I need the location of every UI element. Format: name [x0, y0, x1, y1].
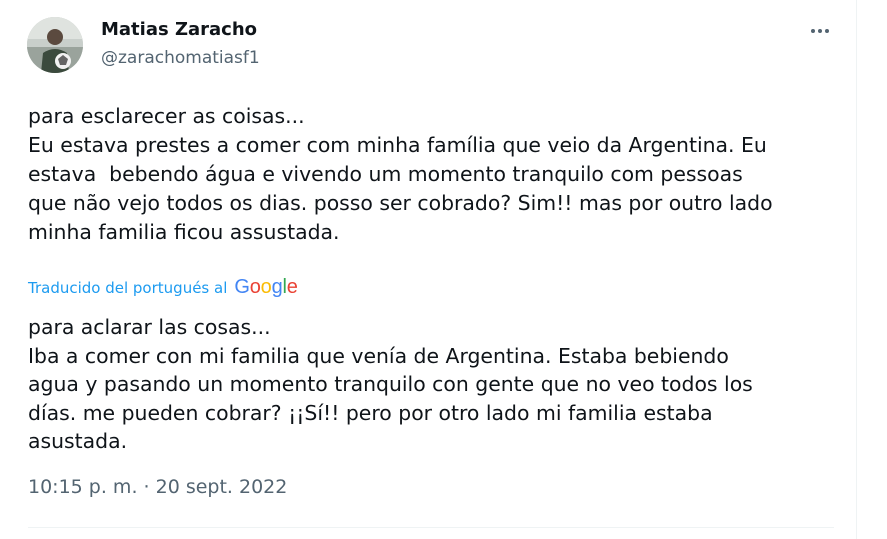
translation-line: días. me pueden cobrar? ¡¡Sí!! pero por … [28, 400, 713, 425]
tweet-date-link[interactable]: 20 sept. 2022 [156, 476, 288, 498]
timestamp-separator: · [137, 476, 156, 498]
translation-line: agua y pasando un momento tranquilo con … [28, 372, 753, 396]
tweet-timestamp: 10:15 p. m. · 20 sept. 2022 [28, 476, 287, 498]
tweet-line: para esclarecer as coisas... [28, 104, 305, 128]
translation-line: asustada. [28, 429, 128, 453]
translation-line: Iba a comer con mi familia que venía de … [28, 343, 729, 368]
avatar[interactable] [27, 17, 83, 73]
tweet-text: para esclarecer as coisas... Eu estava p… [28, 102, 838, 247]
tweet-line: que não vejo todos os dias. posso ser co… [28, 191, 773, 215]
divider [28, 527, 834, 528]
tweet-line: minha familia ficou assustada. [28, 220, 340, 244]
page-margin [857, 0, 887, 539]
google-logo: Google [234, 276, 298, 298]
translation-line: para aclarar las cosas... [28, 315, 271, 339]
more-horizontal-icon[interactable] [805, 17, 835, 45]
tweet-card: Matias Zaracho @zarachomatiasf1 para esc… [0, 0, 857, 539]
tweet-line: Eu estava prestes a comer com minha famí… [28, 133, 767, 157]
avatar-photo [27, 17, 83, 73]
translated-text: para aclarar las cosas... Iba a comer co… [28, 313, 838, 456]
tweet-time-link[interactable]: 10:15 p. m. [28, 476, 137, 498]
author-name[interactable]: Matias Zaracho [101, 19, 257, 40]
tweet-line: estava bebendo água e vivendo um momento… [28, 162, 743, 186]
author-handle[interactable]: @zarachomatiasf1 [101, 48, 260, 68]
translated-from-label: Traducido del portugués al [28, 278, 228, 297]
translation-attribution[interactable]: Traducido del portugués al Google [28, 276, 298, 299]
